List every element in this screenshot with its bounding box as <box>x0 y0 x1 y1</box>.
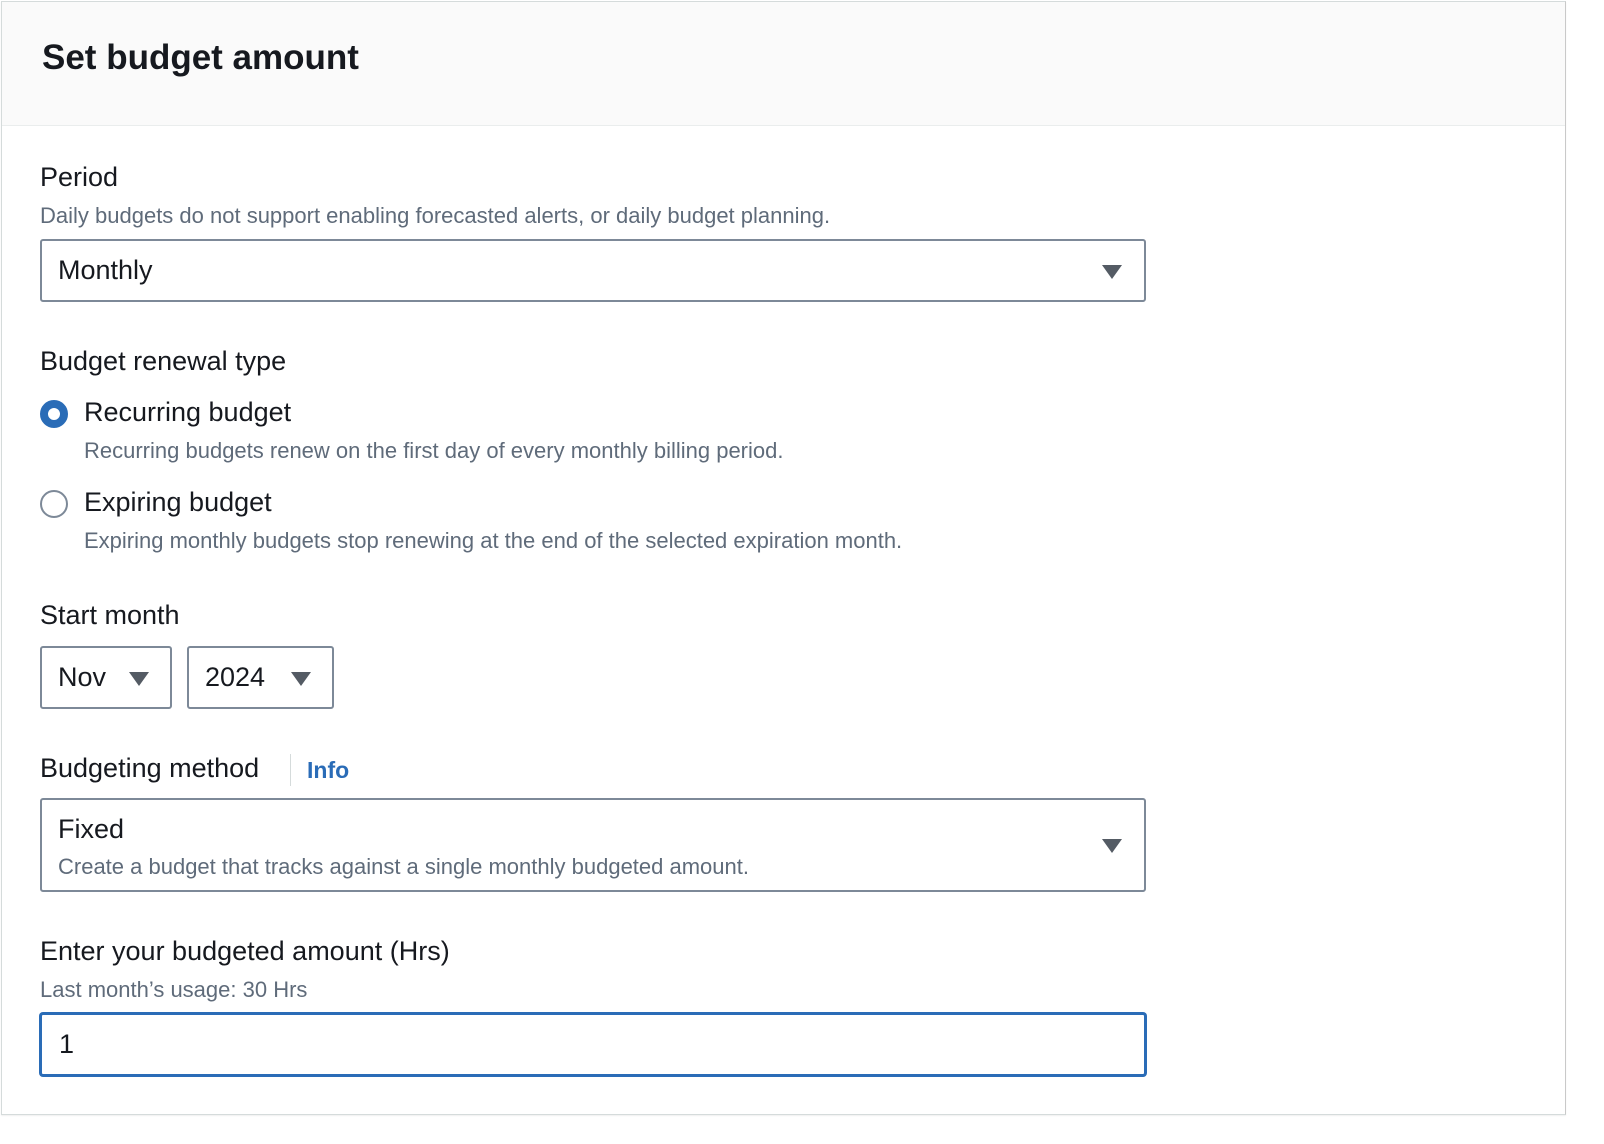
budgeting-method-select[interactable]: Fixed Create a budget that tracks agains… <box>40 798 1146 892</box>
last-month-usage-hint: Last month’s usage: 30 Hrs <box>40 977 308 1002</box>
budgeted-amount-input[interactable] <box>40 1013 1146 1076</box>
caret-down-icon <box>291 672 311 686</box>
caret-down-icon <box>1102 839 1122 853</box>
expiring-budget-radio[interactable] <box>40 490 68 518</box>
period-label: Period <box>40 162 119 192</box>
recurring-budget-radio[interactable] <box>40 400 68 428</box>
start-month-year-select[interactable]: 2024 <box>187 646 334 709</box>
budgeting-method-value: Fixed <box>58 814 125 844</box>
budgeting-method-label: Budgeting method <box>40 753 260 783</box>
month-select-value: Nov <box>58 662 107 692</box>
budgeting-method-value-description: Create a budget that tracks against a si… <box>58 854 749 879</box>
start-month-month-select[interactable]: Nov <box>40 646 172 709</box>
info-link[interactable]: Info <box>307 757 349 784</box>
period-select-value: Monthly <box>58 255 153 285</box>
label-divider <box>290 754 291 786</box>
caret-down-icon <box>1102 265 1122 279</box>
recurring-budget-description: Recurring budgets renew on the first day… <box>84 438 784 463</box>
panel-header: Set budget amount <box>2 2 1565 126</box>
recurring-budget-label[interactable]: Recurring budget <box>84 397 291 428</box>
period-select[interactable]: Monthly <box>40 239 1146 302</box>
panel-title: Set budget amount <box>42 37 359 77</box>
start-month-label: Start month <box>40 600 180 630</box>
caret-down-icon <box>129 672 149 686</box>
expiring-budget-description: Expiring monthly budgets stop renewing a… <box>84 528 903 553</box>
budgeted-amount-label: Enter your budgeted amount (Hrs) <box>40 936 450 966</box>
renewal-type-label: Budget renewal type <box>40 346 287 376</box>
period-description: Daily budgets do not support enabling fo… <box>40 203 831 228</box>
year-select-value: 2024 <box>205 662 266 692</box>
expiring-budget-label[interactable]: Expiring budget <box>84 487 272 518</box>
